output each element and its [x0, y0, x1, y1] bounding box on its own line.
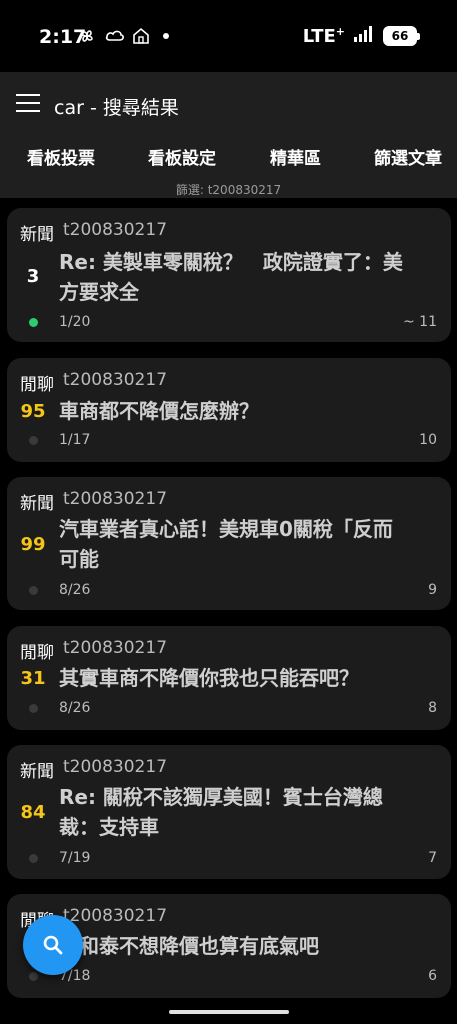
home-icon — [132, 27, 150, 45]
status-right: LTE+ 66 — [302, 25, 420, 47]
offline-status-dot — [29, 704, 38, 713]
post-category: 新聞 — [20, 494, 54, 514]
post-title: Re: 關稅不該獨厚美國！賓士台灣總 裁：支持車 — [59, 785, 383, 839]
post-score: 31 — [20, 668, 46, 689]
tab-board-settings[interactable]: 看板設定 — [148, 144, 216, 169]
post-title: Re: 美製車零關稅？ 政院證實了：美 方要求全 — [59, 250, 403, 304]
post-list: 新聞 t200830217 3 Re: 美製車零關稅？ 政院證實了：美 方要求全… — [0, 198, 457, 1024]
network-type: LTE+ — [302, 25, 345, 47]
post-title: 汽車業者真心話！美規車0關稅「反而 可能 — [59, 517, 393, 571]
post-push-count: 9 — [428, 582, 437, 598]
post-card[interactable]: 閒聊 t200830217 31 其實車商不降價你我也只能吞吧？ 8/26 8 — [7, 626, 451, 730]
hamburger-menu-icon[interactable] — [16, 94, 40, 114]
status-icons — [78, 27, 169, 45]
status-bar: 2:17 LTE+ 66 — [0, 0, 457, 72]
post-card[interactable]: 新聞 t200830217 84 Re: 關稅不該獨厚美國！賓士台灣總 裁：支持… — [7, 745, 451, 879]
post-author: t200830217 — [63, 489, 168, 509]
cloud-icon — [105, 27, 124, 45]
post-score: 84 — [20, 802, 46, 823]
home-gesture-pill[interactable] — [169, 1010, 289, 1014]
post-author: t200830217 — [63, 220, 168, 240]
post-date: 8/26 — [59, 700, 91, 716]
post-push-count: 6 — [428, 968, 437, 984]
post-category: 閒聊 — [20, 375, 54, 395]
post-score: 3 — [26, 266, 40, 287]
tab-board-vote[interactable]: 看板投票 — [27, 144, 95, 169]
filter-label: 篩選: t200830217 — [175, 183, 282, 197]
post-card[interactable]: 閒聊 t200830217 95 車商都不降價怎麼辦？ 1/17 10 — [7, 358, 451, 462]
post-date: 1/20 — [59, 314, 91, 330]
pinwheel-icon — [78, 27, 96, 45]
post-author: t200830217 — [63, 638, 168, 658]
post-score: 99 — [20, 534, 46, 555]
signal-icon — [353, 26, 375, 46]
notification-dot-icon — [163, 33, 169, 39]
search-icon — [43, 935, 63, 955]
post-date: 7/19 — [59, 850, 91, 866]
post-push-count: 8 — [428, 700, 437, 716]
post-score: 95 — [20, 401, 46, 422]
offline-status-dot — [29, 436, 38, 445]
tab-filter-posts[interactable]: 篩選文章 — [374, 144, 442, 169]
post-date: 1/17 — [59, 432, 91, 448]
post-category: 閒聊 — [20, 643, 54, 663]
page-title: car - 搜尋結果 — [54, 97, 179, 119]
battery-icon: 66 — [383, 26, 420, 46]
offline-status-dot — [29, 972, 38, 981]
online-status-dot — [29, 318, 38, 327]
post-author: t200830217 — [63, 757, 168, 777]
offline-status-dot — [29, 586, 38, 595]
tab-digest[interactable]: 精華區 — [270, 144, 321, 169]
offline-status-dot — [29, 854, 38, 863]
post-card[interactable]: 新聞 t200830217 99 汽車業者真心話！美規車0關稅「反而 可能 8/… — [7, 477, 451, 610]
post-author: t200830217 — [63, 906, 168, 926]
post-title: 其實車商不降價你我也只能吞吧？ — [59, 666, 359, 690]
post-title: 果和泰不想降價也算有底氣吧 — [59, 934, 319, 958]
gesture-nav-bar — [0, 998, 457, 1024]
post-category: 新聞 — [20, 762, 54, 782]
post-card[interactable]: 新聞 t200830217 3 Re: 美製車零關稅？ 政院證實了：美 方要求全… — [7, 208, 451, 342]
board-tabs: 看板投票 看板設定 精華區 篩選文章 — [0, 144, 457, 174]
post-date: 8/26 — [59, 582, 91, 598]
post-title: 車商都不降價怎麼辦？ — [59, 399, 259, 423]
post-push-count: 10 — [419, 432, 437, 448]
post-push-count: ~ 11 — [403, 314, 437, 330]
search-fab-button[interactable] — [23, 915, 83, 975]
post-push-count: 7 — [428, 850, 437, 866]
post-author: t200830217 — [63, 370, 168, 390]
post-category: 新聞 — [20, 225, 54, 245]
